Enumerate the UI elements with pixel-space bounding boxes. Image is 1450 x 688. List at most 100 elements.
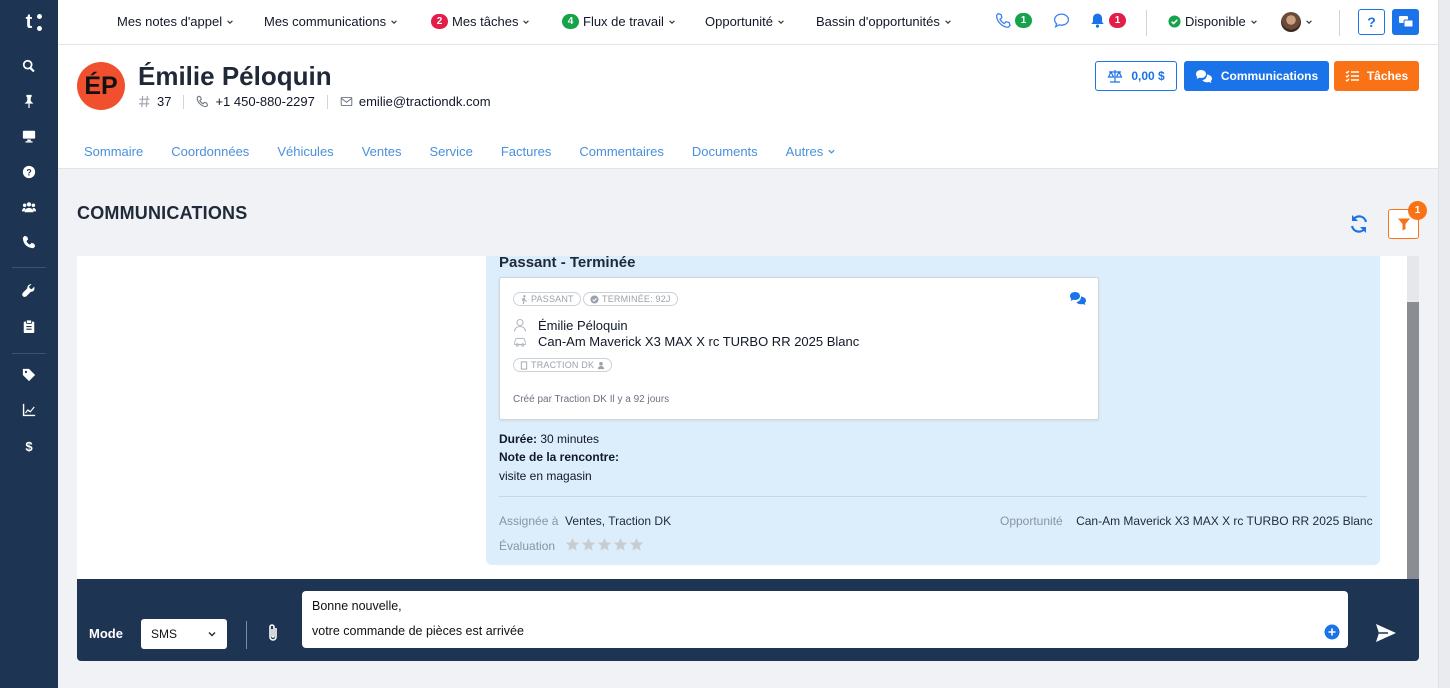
refresh-icon[interactable]: [1348, 213, 1370, 235]
clipboard-icon[interactable]: [19, 316, 39, 336]
left-sidebar: t ? $: [0, 0, 58, 688]
tab-service[interactable]: Service: [429, 144, 472, 159]
tab-documents[interactable]: Documents: [692, 144, 758, 159]
notifications-button[interactable]: 1: [1089, 12, 1126, 29]
notifications-count-badge: 1: [1109, 13, 1126, 28]
tab-commentaires[interactable]: Commentaires: [579, 144, 664, 159]
nav-label: Mes tâches: [452, 14, 519, 29]
chevron-down-icon: [945, 19, 951, 24]
event-note-label: Note de la rencontre:: [499, 450, 619, 464]
user-icon: [598, 361, 605, 369]
chat-bubble-icon: [1053, 13, 1070, 28]
phone-icon[interactable]: [19, 232, 39, 252]
rating-stars[interactable]: [565, 537, 644, 552]
balance-button[interactable]: 0,00 $: [1095, 61, 1177, 91]
nav-mes-taches[interactable]: 2 Mes tâches: [431, 14, 530, 29]
nav-mes-notes-appel[interactable]: Mes notes d'appel: [117, 14, 234, 29]
balance-value: 0,00 $: [1131, 69, 1165, 83]
star-icon[interactable]: [629, 537, 644, 552]
workflow-count-badge: 4: [562, 14, 579, 29]
paperclip-icon[interactable]: [265, 623, 281, 643]
chevron-down-icon: [523, 19, 530, 24]
chart-icon[interactable]: [19, 400, 39, 420]
search-icon[interactable]: [19, 56, 39, 76]
client-phone-value: +1 450-880-2297: [215, 94, 315, 109]
nav-flux-de-travail[interactable]: 4 Flux de travail: [562, 14, 676, 29]
tab-autres[interactable]: Autres: [786, 144, 837, 159]
nav-label: Flux de travail: [583, 14, 664, 29]
star-icon[interactable]: [565, 537, 580, 552]
client-avatar: ÉP: [77, 62, 125, 110]
monitor-icon[interactable]: [19, 126, 39, 146]
client-email[interactable]: emilie@tractiondk.com: [340, 94, 491, 109]
nav-bassin-opportunites[interactable]: Bassin d'opportunités: [816, 14, 952, 29]
tab-coordonnees[interactable]: Coordonnées: [171, 144, 249, 159]
calls-button[interactable]: 1: [995, 12, 1032, 29]
status-label: Disponible: [1185, 14, 1246, 29]
plus-circle-icon[interactable]: [1324, 624, 1340, 640]
tab-vehicules[interactable]: Véhicules: [277, 144, 333, 159]
messages-icon: [1398, 16, 1413, 28]
tasks-label: Tâches: [1366, 69, 1409, 83]
tab-factures[interactable]: Factures: [501, 144, 552, 159]
mode-label: Mode: [89, 626, 123, 641]
mode-select[interactable]: SMS: [141, 619, 227, 649]
message-input[interactable]: Bonne nouvelle, votre commande de pièces…: [302, 591, 1348, 648]
client-tabs: Sommaire Coordonnées Véhicules Ventes Se…: [84, 144, 864, 159]
chevron-down-icon: [227, 19, 233, 24]
feed-scrollbar-thumb[interactable]: [1407, 302, 1419, 579]
chat-button[interactable]: [1053, 12, 1070, 29]
event-card[interactable]: PASSANT TERMINÉE: 92J Émilie Péloquin Ca…: [499, 277, 1099, 420]
communications-button[interactable]: Communications: [1184, 61, 1329, 91]
message-composer: Mode SMS Bonne nouvelle, votre commande …: [77, 579, 1419, 661]
tasks-button[interactable]: Tâches: [1334, 61, 1419, 91]
pin-icon[interactable]: [19, 91, 39, 111]
app-logo[interactable]: t: [0, 0, 58, 44]
check-circle-icon: [590, 294, 599, 304]
user-icon: [513, 318, 527, 332]
send-icon[interactable]: [1375, 622, 1397, 644]
tag-icon[interactable]: [19, 365, 39, 385]
user-avatar: [1281, 12, 1301, 32]
nav-mes-communications[interactable]: Mes communications: [264, 14, 398, 29]
event-vehicle[interactable]: Can-Am Maverick X3 MAX X rc TURBO RR 202…: [538, 334, 859, 349]
nav-opportunite[interactable]: Opportunité: [705, 14, 785, 29]
chevron-down-icon: [828, 149, 835, 154]
comments-icon[interactable]: [1069, 291, 1087, 305]
phone-icon: [197, 95, 209, 108]
users-icon[interactable]: [19, 197, 39, 217]
dollar-icon[interactable]: $: [19, 436, 39, 456]
user-menu[interactable]: [1281, 12, 1313, 32]
filter-icon: [1397, 218, 1410, 231]
envelope-icon: [340, 96, 353, 107]
phone-icon: [995, 12, 1011, 28]
help-icon[interactable]: ?: [19, 162, 39, 182]
client-phone[interactable]: +1 450-880-2297: [196, 94, 315, 109]
star-icon[interactable]: [597, 537, 612, 552]
help-button[interactable]: ?: [1358, 9, 1385, 35]
tab-ventes[interactable]: Ventes: [362, 144, 402, 159]
opportunity-value[interactable]: Can-Am Maverick X3 MAX X rc TURBO RR 202…: [1076, 514, 1373, 528]
chevron-down-icon: [1306, 20, 1312, 24]
page-scrollbar[interactable]: [1438, 0, 1450, 688]
availability-status-dropdown[interactable]: Disponible: [1168, 14, 1258, 29]
event-assigned: Assignée à Ventes, Traction DK: [499, 514, 671, 528]
event-contact[interactable]: Émilie Péloquin: [538, 318, 628, 333]
client-id: 37: [138, 94, 171, 109]
messages-button[interactable]: [1392, 9, 1419, 35]
event-note-value: visite en magasin: [499, 469, 592, 483]
event-duration: Durée: 30 minutes: [499, 432, 599, 446]
star-icon[interactable]: [581, 537, 596, 552]
chevron-down-icon: [669, 19, 675, 24]
wrench-icon[interactable]: [19, 281, 39, 301]
pill-division: TRACTION DK: [513, 358, 613, 372]
task-list-icon: [1345, 70, 1359, 82]
pill-passant-label: PASSANT: [531, 294, 574, 304]
tab-sommaire[interactable]: Sommaire: [84, 144, 143, 159]
star-icon[interactable]: [613, 537, 628, 552]
client-name: Émilie Péloquin: [138, 61, 332, 91]
chevron-down-icon: [778, 19, 784, 24]
logo-mark: t: [18, 11, 42, 33]
event-opportunity: Opportunité Can-Am Maverick X3 MAX X rc …: [1000, 514, 1373, 528]
pill-passant: PASSANT: [513, 292, 581, 306]
